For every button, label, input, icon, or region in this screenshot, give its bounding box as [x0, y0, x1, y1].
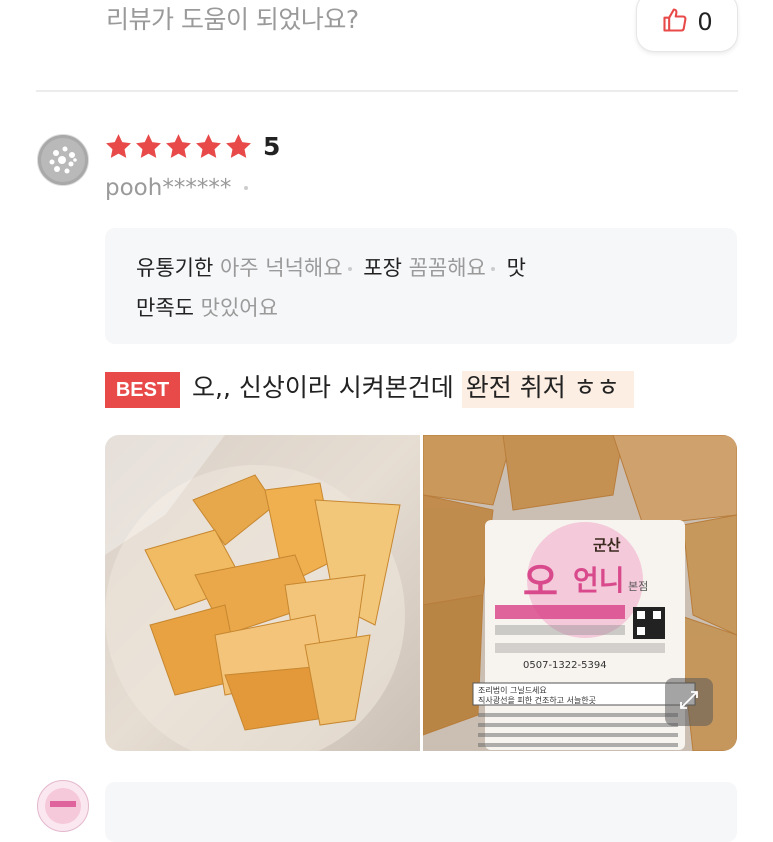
label-brand-sub: 언니 [573, 564, 625, 597]
review-attributes [105, 228, 737, 344]
attr-value-packaging: 꼼꼼해요 [408, 256, 486, 280]
attr-separator [490, 267, 495, 271]
attributes-line-2: 만족도 맛있어요 [136, 292, 278, 322]
rating-score: 5 [263, 132, 281, 161]
attr-key-packaging: 포장 [363, 256, 402, 280]
label-brand-suffix: 본점 [628, 580, 648, 593]
best-badge: BEST [105, 372, 180, 408]
helpful-count: 0 [697, 8, 713, 36]
label-note-2: 직사광선을 피한 건조하고 서늘한곳 [478, 695, 596, 705]
next-review-avatar [37, 780, 89, 832]
review-text-plain: 오,, 신상이라 시켜본건데 [192, 373, 462, 402]
reviewer-username: pooh****** [105, 175, 232, 201]
star-icon [196, 134, 221, 158]
expand-photo-button[interactable] [665, 678, 713, 726]
attr-value-expiry: 아주 넉넉해요 [219, 256, 343, 280]
attr-key-taste: 맛 [506, 256, 526, 280]
review-photo-1[interactable] [105, 435, 420, 751]
star-icon [106, 134, 131, 158]
thumbs-up-icon [661, 6, 689, 38]
helpful-button[interactable]: 0 [636, 0, 738, 52]
label-brand-main: 오 [523, 560, 558, 604]
review-text-highlight: 완전 취저 ㅎㅎ [461, 371, 634, 408]
username-separator [244, 186, 248, 190]
next-review-attributes [105, 782, 737, 842]
attr-key-expiry: 유통기한 [136, 256, 214, 280]
review-text: 오,, 신상이라 시켜본건데 완전 취저 ㅎㅎ [192, 368, 634, 408]
attributes-line-1: 유통기한 아주 넉넉해요 포장 꼼꼼해요 맛 [136, 252, 526, 282]
label-brand-top: 군산 [593, 536, 621, 554]
star-icon [136, 134, 161, 158]
attr-key-satisfaction: 만족도 [136, 296, 194, 320]
star-icon [226, 134, 251, 158]
expand-icon [677, 688, 701, 716]
review-divider [36, 90, 738, 92]
star-icon [166, 134, 191, 158]
label-phone: 0507-1322-5394 [523, 660, 607, 671]
attr-separator [347, 267, 352, 271]
label-note-1: 조리법이 그닐드세요 [478, 685, 547, 695]
star-rating [104, 132, 253, 161]
attr-value-satisfaction: 맛있어요 [200, 296, 278, 320]
helpful-question: 리뷰가 도움이 되었나요? [106, 5, 359, 34]
avatar [37, 134, 89, 186]
